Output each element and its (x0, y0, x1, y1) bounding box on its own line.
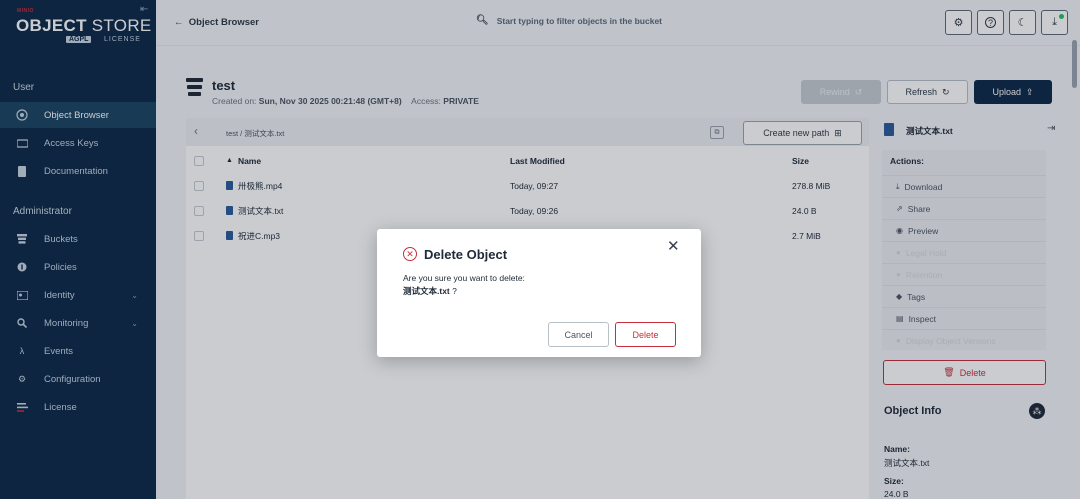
dialog-message: Are you sure you want to delete: (403, 273, 525, 283)
dialog-file-name: 测试文本.txt ? (403, 286, 457, 296)
error-icon: ✕ (403, 247, 417, 261)
cancel-button[interactable]: Cancel (548, 322, 609, 347)
confirm-delete-button[interactable]: Delete (615, 322, 676, 347)
dialog-title: Delete Object (424, 247, 508, 262)
close-icon[interactable]: ✕ (667, 237, 680, 255)
delete-object-dialog: ✕ Delete Object ✕ Are you sure you want … (377, 229, 701, 357)
